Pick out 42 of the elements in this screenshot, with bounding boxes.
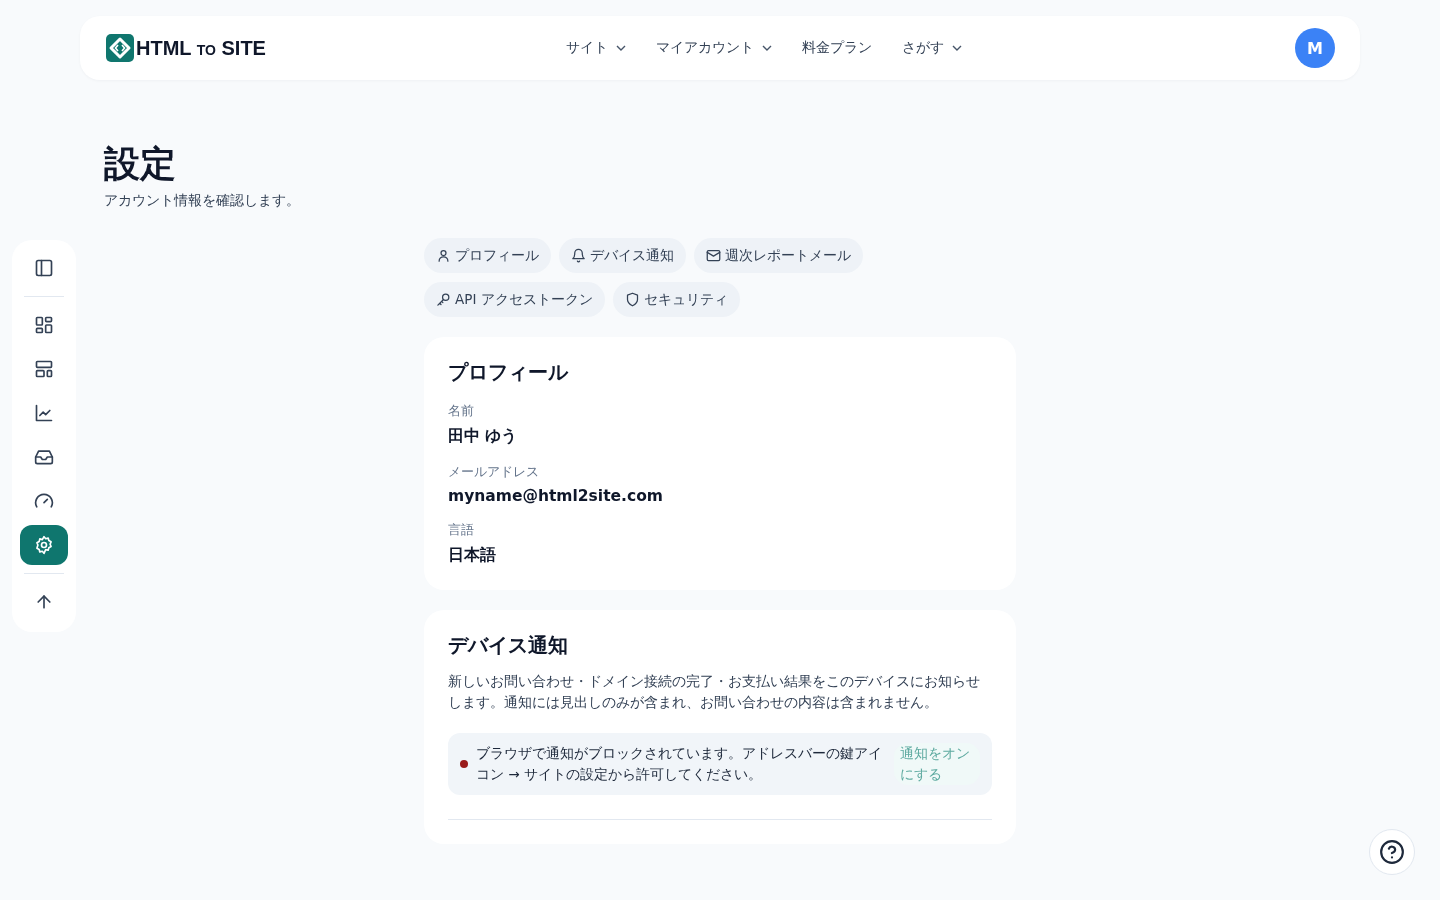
caret-icon bbox=[762, 45, 772, 51]
layout-icon bbox=[34, 359, 54, 379]
help-icon bbox=[1379, 839, 1405, 865]
nav-link[interactable]: マイアカウント bbox=[656, 39, 772, 57]
section-tab[interactable]: デバイス通知 bbox=[559, 238, 686, 273]
section-tab[interactable]: 週次レポートメール bbox=[694, 238, 863, 273]
line-chart-icon bbox=[34, 403, 54, 423]
card-title: デバイス通知 bbox=[448, 632, 569, 659]
help-button[interactable] bbox=[1369, 829, 1415, 875]
sidebar-button[interactable] bbox=[20, 525, 68, 565]
field-label: 言語 bbox=[448, 521, 475, 539]
nav-link[interactable]: サイト bbox=[566, 39, 626, 57]
card-description: 新しいお問い合わせ・ドメイン接続の完了・お支払い結果をこのデバイスにお知らせします。通知には見出しのみが含まれ、お問い合わせの内容は含まれません。 bbox=[448, 672, 981, 712]
nav-link[interactable]: 料金プラン bbox=[802, 39, 872, 57]
page-title: 設定 bbox=[104, 142, 177, 186]
shield-icon bbox=[624, 292, 640, 307]
field-value: myname@html2site.com bbox=[448, 487, 664, 505]
alert-message: ブラウザで通知がブロックされています。アドレスバーの鍵アイコン → サイトの設定から許可してください。 bbox=[476, 744, 883, 784]
dashboard-icon bbox=[34, 315, 54, 335]
inbox-icon bbox=[34, 447, 54, 467]
avatar-button[interactable]: M bbox=[1295, 28, 1335, 68]
logo-text[interactable]: HTML TO SITE bbox=[136, 36, 266, 60]
field-value: 日本語 bbox=[448, 545, 497, 566]
user-icon bbox=[436, 248, 451, 263]
settings-icon bbox=[34, 535, 54, 555]
caret-icon bbox=[616, 45, 626, 51]
bell-icon bbox=[571, 248, 586, 263]
card-title: プロフィール bbox=[448, 359, 570, 386]
field-value: 田中 ゆう bbox=[448, 426, 519, 447]
mail-icon bbox=[706, 248, 721, 263]
nav-link[interactable]: さがす bbox=[902, 39, 962, 57]
page-subtitle: アカウント情報を確認します。 bbox=[104, 192, 301, 210]
key-icon bbox=[436, 292, 451, 307]
section-tab[interactable]: セキュリティ bbox=[612, 282, 740, 317]
gauge-icon bbox=[34, 491, 54, 511]
caret-icon bbox=[952, 45, 962, 51]
sidebar-panel-icon bbox=[34, 258, 54, 278]
section-tab[interactable]: API アクセストークン bbox=[424, 282, 605, 317]
field-label: 名前 bbox=[448, 402, 475, 420]
logo-icon bbox=[106, 34, 134, 62]
field-label: メールアドレス bbox=[448, 463, 540, 481]
section-tab[interactable]: プロフィール bbox=[424, 238, 551, 273]
